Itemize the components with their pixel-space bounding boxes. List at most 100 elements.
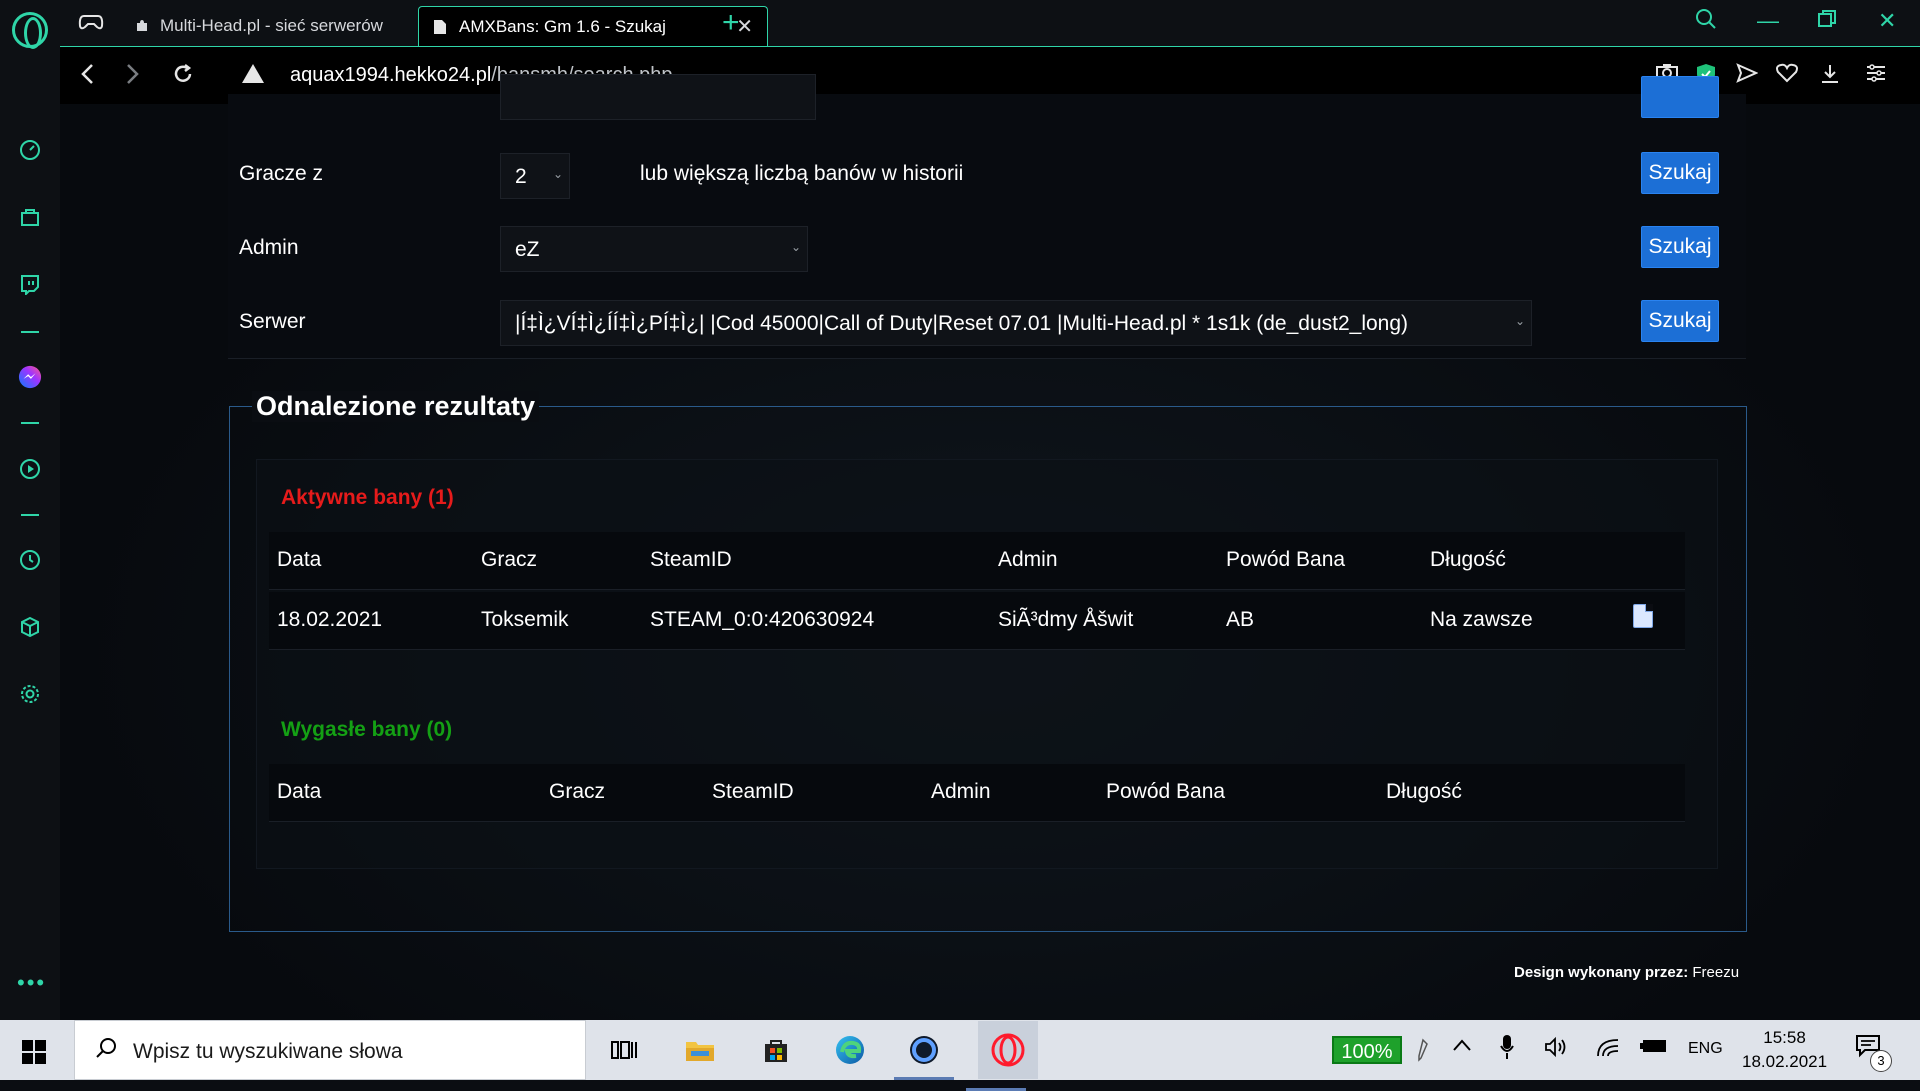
serwer-label: Serwer	[239, 310, 306, 333]
expired-bans-header: Data Gracz SteamID Admin Powód Bana Dług…	[269, 764, 1685, 822]
heart-bookmark-icon[interactable]	[1776, 63, 1798, 89]
col-gracz: Gracz	[481, 548, 538, 571]
battery-icon[interactable]	[1640, 1038, 1668, 1059]
opera-sidebar: •••	[0, 0, 60, 1020]
col-powod: Powód Bana	[1226, 548, 1346, 571]
search-tabs-icon[interactable]	[1695, 8, 1717, 36]
col-powod: Powód Bana	[1106, 780, 1226, 803]
restore-icon[interactable]	[1818, 8, 1836, 34]
chevron-down-icon: ⌄	[790, 240, 801, 254]
results-inner-panel: Aktywne bany (1) Data Gracz SteamID Admi…	[256, 459, 1718, 869]
battery-percentage[interactable]: 100%	[1332, 1036, 1402, 1064]
search-button-gracze[interactable]: Szukaj	[1641, 152, 1719, 194]
opera-taskbar-icon[interactable]	[966, 1021, 1038, 1091]
page-content: Gracze z 2 ⌄ lub większą liczbą banów w …	[60, 74, 1920, 1020]
sidebar-divider	[21, 422, 39, 424]
ban-count-value: 2	[515, 165, 527, 188]
col-steamid: SteamID	[712, 780, 794, 803]
search-button-admin[interactable]: Szukaj	[1641, 226, 1719, 268]
table-row[interactable]: 18.02.2021 Toksemik STEAM_0:0:420630924 …	[269, 592, 1685, 650]
tab-strip: Multi-Head.pl - sieć serwerów ✕ AMXBans:…	[60, 0, 1920, 46]
taskbar-search-input[interactable]: Wpisz tu wyszukiwane słowa	[74, 1020, 586, 1080]
gracze-label: Gracze z	[239, 162, 324, 185]
row-admin: SiÃ³dmy Åšwit	[998, 608, 1134, 631]
document-favicon-icon	[433, 19, 449, 35]
results-heading: Odnalezione rezultaty	[252, 391, 540, 422]
footer-credit: Design wykonany przez: Freezu	[1514, 964, 1739, 981]
edge-browser-icon[interactable]	[832, 1032, 868, 1068]
ban-count-hint: lub większą liczbą banów w historii	[640, 162, 964, 185]
active-bans-title: Aktywne bany (1)	[281, 486, 454, 509]
search-placeholder: Wpisz tu wyszukiwane słowa	[133, 1040, 403, 1063]
pen-icon[interactable]	[1416, 1038, 1430, 1067]
minimize-icon[interactable]: —	[1757, 8, 1779, 34]
search-button-serwer[interactable]: Szukaj	[1641, 300, 1719, 342]
row-length: Na zawsze	[1430, 608, 1533, 631]
close-window-icon[interactable]: ✕	[1878, 8, 1896, 34]
send-icon[interactable]	[1736, 63, 1759, 89]
opera-gx-taskbar-icon[interactable]	[894, 1032, 954, 1080]
twitch-icon[interactable]	[18, 272, 42, 296]
task-view-icon[interactable]	[606, 1032, 642, 1068]
volume-icon[interactable]	[1544, 1036, 1568, 1063]
gamepad-icon[interactable]	[78, 12, 104, 32]
chevron-up-icon[interactable]	[1452, 1036, 1472, 1057]
row-reason: AB	[1226, 608, 1255, 631]
speed-dial-icon[interactable]	[18, 138, 42, 162]
wifi-icon[interactable]	[1596, 1036, 1620, 1063]
admin-value: eZ	[515, 238, 540, 261]
opera-logo-icon[interactable]	[12, 12, 48, 49]
admin-select[interactable]: eZ ⌄	[500, 226, 808, 272]
search-button-date[interactable]	[1641, 76, 1719, 118]
tab-title: AMXBans: Gm 1.6 - Szukaj	[459, 16, 666, 36]
row-steamid: STEAM_0:0:420630924	[650, 608, 875, 631]
taskbar-clock[interactable]: 15:58 18.02.2021	[1742, 1026, 1827, 1074]
file-explorer-icon[interactable]	[682, 1032, 718, 1068]
tab-multi-head[interactable]: Multi-Head.pl - sieć serwerów ✕	[120, 6, 460, 46]
windows-start-icon[interactable]	[22, 1040, 46, 1064]
col-gracz: Gracz	[549, 780, 606, 803]
search-icon	[95, 1037, 117, 1065]
reload-icon[interactable]	[172, 61, 194, 92]
easy-setup-menu-icon[interactable]	[1866, 63, 1886, 89]
messenger-icon[interactable]	[18, 365, 42, 389]
clock-date: 18.02.2021	[1742, 1052, 1828, 1071]
row-player: Toksemik	[481, 608, 569, 631]
admin-label: Admin	[239, 236, 299, 259]
col-data: Data	[277, 548, 322, 571]
player-icon[interactable]	[18, 457, 42, 481]
col-dlugosc: Długość	[1430, 548, 1506, 571]
col-data: Data	[277, 780, 322, 803]
notification-count-badge: 3	[1870, 1050, 1892, 1072]
bag-icon[interactable]	[18, 205, 42, 229]
tab-amxbans[interactable]: AMXBans: Gm 1.6 - Szukaj ✕	[418, 6, 768, 46]
footer-author[interactable]: Freezu	[1692, 964, 1739, 981]
url-domain: aquax1994.hekko24.pl	[290, 64, 492, 86]
download-icon[interactable]	[1820, 63, 1840, 91]
col-steamid: SteamID	[650, 548, 732, 571]
details-document-icon[interactable]	[1633, 604, 1653, 628]
sidebar-divider	[21, 514, 39, 516]
windows-taskbar: Wpisz tu wyszukiwane słowa 100% ENG 15:5…	[0, 1020, 1920, 1091]
server-value: |Í‡Ì¿VÍ‡Ì¿ÍÍ‡Ì¿PÍ‡Ì¿| |Cod 45000|Call of…	[515, 312, 1409, 335]
date-input-clipped[interactable]	[500, 74, 816, 120]
back-arrow-icon[interactable]	[80, 61, 94, 92]
ban-count-select[interactable]: 2 ⌄	[500, 153, 570, 199]
language-indicator[interactable]: ENG	[1688, 1040, 1723, 1058]
new-tab-plus-icon[interactable]: +	[722, 6, 740, 40]
history-icon[interactable]	[18, 548, 42, 572]
extensions-cube-icon[interactable]	[18, 615, 42, 639]
forward-arrow-icon[interactable]	[126, 61, 140, 92]
col-dlugosc: Długość	[1386, 780, 1462, 803]
microsoft-store-icon[interactable]	[758, 1032, 794, 1068]
results-fieldset: Odnalezione rezultaty Aktywne bany (1) D…	[229, 391, 1747, 932]
not-secure-warning-icon[interactable]	[242, 64, 264, 83]
chevron-down-icon: ⌄	[552, 167, 563, 181]
clock-time: 15:58	[1763, 1028, 1806, 1047]
server-select[interactable]: |Í‡Ì¿VÍ‡Ì¿ÍÍ‡Ì¿PÍ‡Ì¿| |Cod 45000|Call of…	[500, 300, 1532, 346]
more-options-icon[interactable]: •••	[17, 972, 46, 994]
row-date: 18.02.2021	[277, 608, 383, 631]
microphone-icon[interactable]	[1500, 1034, 1514, 1065]
settings-gear-icon[interactable]	[18, 682, 42, 706]
active-bans-header: Data Gracz SteamID Admin Powód Bana Dług…	[269, 532, 1685, 590]
